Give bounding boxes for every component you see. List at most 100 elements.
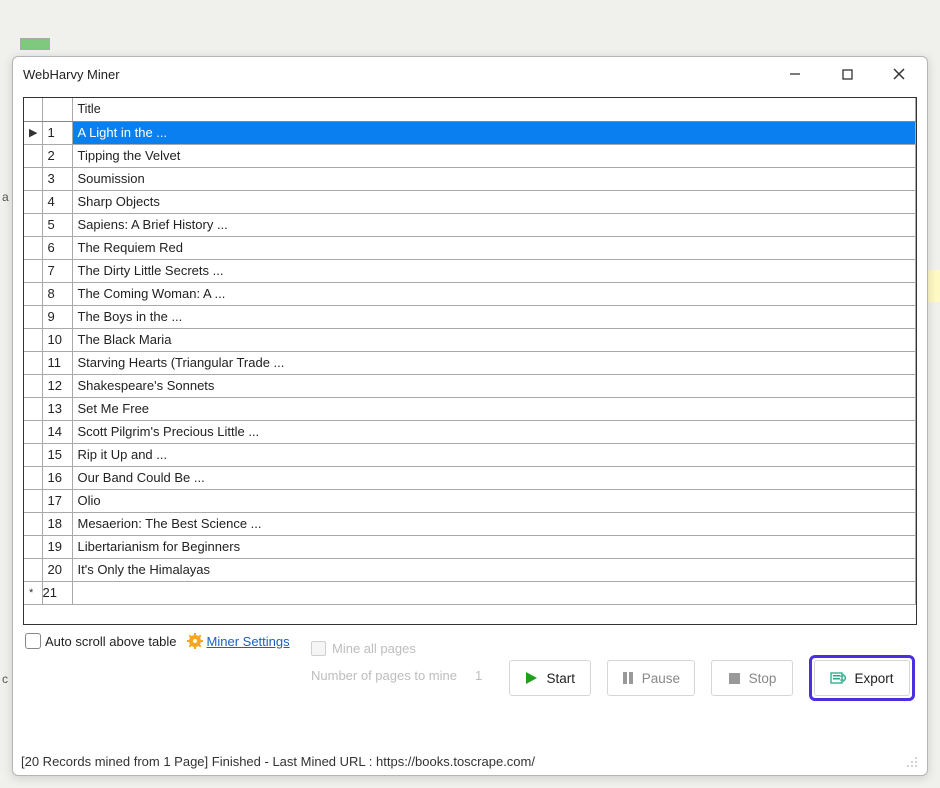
edge-char: c	[2, 672, 8, 686]
table-row[interactable]: 19Libertarianism for Beginners	[24, 535, 916, 558]
num-pages-value: 1	[475, 668, 505, 683]
status-text: [20 Records mined from 1 Page] Finished …	[21, 754, 535, 769]
table-row[interactable]: 9The Boys in the ...	[24, 305, 916, 328]
export-button[interactable]: Export	[814, 660, 910, 696]
table-row[interactable]: 10The Black Maria	[24, 328, 916, 351]
export-label: Export	[854, 671, 893, 686]
grid-header-rownum	[42, 98, 72, 121]
minimize-button[interactable]	[783, 62, 807, 86]
close-button[interactable]	[887, 62, 911, 86]
table-row[interactable]: 18Mesaerion: The Best Science ...	[24, 512, 916, 535]
row-indicator	[24, 305, 42, 328]
table-row[interactable]: 3Soumission	[24, 167, 916, 190]
minimize-icon	[788, 67, 802, 81]
cell-title[interactable]: The Black Maria	[72, 328, 916, 351]
row-number: 5	[42, 213, 72, 236]
cell-title[interactable]: It's Only the Himalayas	[72, 558, 916, 581]
cell-title[interactable]: Libertarianism for Beginners	[72, 535, 916, 558]
cell-title[interactable]: Sapiens: A Brief History ...	[72, 213, 916, 236]
cell-title[interactable]: The Coming Woman: A ...	[72, 282, 916, 305]
titlebar: WebHarvy Miner	[13, 57, 927, 91]
miner-settings-link[interactable]: Miner Settings	[207, 634, 290, 649]
maximize-button[interactable]	[835, 62, 859, 86]
resize-grip-icon[interactable]	[905, 755, 919, 769]
table-row[interactable]: 7The Dirty Little Secrets ...	[24, 259, 916, 282]
row-indicator	[24, 167, 42, 190]
table-row[interactable]: 12Shakespeare's Sonnets	[24, 374, 916, 397]
row-indicator	[24, 144, 42, 167]
data-grid[interactable]: Title ▶1A Light in the ...2Tipping the V…	[23, 97, 917, 625]
row-indicator	[24, 397, 42, 420]
row-number: 7	[42, 259, 72, 282]
table-row[interactable]: 15Rip it Up and ...	[24, 443, 916, 466]
row-indicator	[24, 282, 42, 305]
table-row[interactable]: 20It's Only the Himalayas	[24, 558, 916, 581]
row-indicator	[24, 443, 42, 466]
grid-header-title[interactable]: Title	[72, 98, 916, 121]
cell-title[interactable]: Scott Pilgrim's Precious Little ...	[72, 420, 916, 443]
row-number: 9	[42, 305, 72, 328]
row-number: 3	[42, 167, 72, 190]
start-label: Start	[546, 671, 575, 686]
table-row[interactable]: 6The Requiem Red	[24, 236, 916, 259]
cell-title[interactable]	[72, 581, 916, 604]
grid-header-row: Title	[24, 98, 916, 121]
pause-icon	[622, 671, 634, 685]
start-button[interactable]: Start	[509, 660, 591, 696]
background-hint-right	[928, 270, 940, 302]
gear-icon	[187, 633, 203, 649]
row-number: 11	[42, 351, 72, 374]
cell-title[interactable]: Mesaerion: The Best Science ...	[72, 512, 916, 535]
cell-title[interactable]: The Boys in the ...	[72, 305, 916, 328]
cell-title[interactable]: Olio	[72, 489, 916, 512]
cell-title[interactable]: Rip it Up and ...	[72, 443, 916, 466]
close-icon	[892, 67, 906, 81]
grid-header-indicator	[24, 98, 42, 121]
cell-title[interactable]: Tipping the Velvet	[72, 144, 916, 167]
table-row[interactable]: 2Tipping the Velvet	[24, 144, 916, 167]
row-indicator	[24, 535, 42, 558]
cell-title[interactable]: Starving Hearts (Triangular Trade ...	[72, 351, 916, 374]
table-row[interactable]: ▶1A Light in the ...	[24, 121, 916, 144]
pause-button[interactable]: Pause	[607, 660, 695, 696]
table-row[interactable]: 4Sharp Objects	[24, 190, 916, 213]
row-indicator: *	[24, 581, 42, 604]
row-indicator: ▶	[24, 121, 42, 144]
row-indicator	[24, 466, 42, 489]
table-row[interactable]: 17Olio	[24, 489, 916, 512]
cell-title[interactable]: The Requiem Red	[72, 236, 916, 259]
row-number: 19	[42, 535, 72, 558]
cell-title[interactable]: Soumission	[72, 167, 916, 190]
row-number: 15	[42, 443, 72, 466]
cell-title[interactable]: Our Band Could Be ...	[72, 466, 916, 489]
cell-title[interactable]: The Dirty Little Secrets ...	[72, 259, 916, 282]
table-row[interactable]: 13Set Me Free	[24, 397, 916, 420]
cell-title[interactable]: Set Me Free	[72, 397, 916, 420]
row-indicator	[24, 558, 42, 581]
table-row[interactable]: 11Starving Hearts (Triangular Trade ...	[24, 351, 916, 374]
table-row[interactable]: 5Sapiens: A Brief History ...	[24, 213, 916, 236]
row-number: 1	[42, 121, 72, 144]
row-indicator	[24, 351, 42, 374]
table-row[interactable]: *21	[24, 581, 916, 604]
stop-button[interactable]: Stop	[711, 660, 793, 696]
auto-scroll-checkbox[interactable]: Auto scroll above table	[25, 633, 177, 649]
row-number: 17	[42, 489, 72, 512]
cell-title[interactable]: Shakespeare's Sonnets	[72, 374, 916, 397]
mine-all-pages-checkbox: Mine all pages	[311, 641, 505, 656]
row-number: 20	[42, 558, 72, 581]
table-row[interactable]: 8The Coming Woman: A ...	[24, 282, 916, 305]
row-indicator	[24, 259, 42, 282]
row-number: 14	[42, 420, 72, 443]
row-indicator	[24, 512, 42, 535]
row-number: 13	[42, 397, 72, 420]
checkbox-icon	[311, 641, 326, 656]
checkbox-icon	[25, 633, 41, 649]
cell-title[interactable]: Sharp Objects	[72, 190, 916, 213]
cell-title[interactable]: A Light in the ...	[72, 121, 916, 144]
table-row[interactable]: 16Our Band Could Be ...	[24, 466, 916, 489]
row-number: 16	[42, 466, 72, 489]
edge-char: a	[2, 190, 9, 204]
table-row[interactable]: 14Scott Pilgrim's Precious Little ...	[24, 420, 916, 443]
row-indicator	[24, 328, 42, 351]
